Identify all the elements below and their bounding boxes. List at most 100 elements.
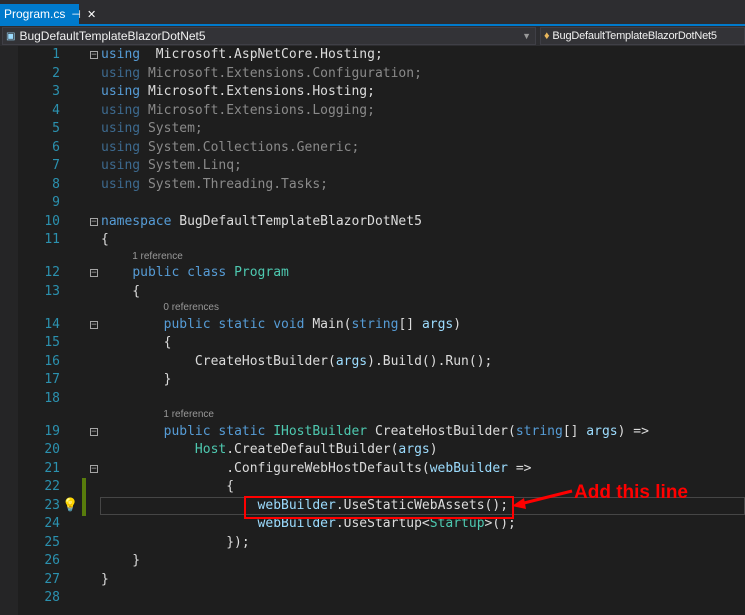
code-token: ).Build().Run(); xyxy=(367,353,493,369)
code-line: 1 − using Microsoft.AspNetCore.Hosting; xyxy=(0,46,745,65)
code-token: using xyxy=(101,121,141,136)
project-dropdown[interactable]: ▣ BugDefaultTemplateBlazorDotNet5 ▼ xyxy=(2,27,536,45)
code-text: { xyxy=(101,231,109,250)
code-text: using System.Linq; xyxy=(101,157,242,176)
type-dropdown[interactable]: ♦ BugDefaultTemplateBlazorDotNet5 xyxy=(540,27,745,45)
code-line: 11 { xyxy=(0,231,745,250)
code-token: Microsoft.Extensions.Hosting; xyxy=(140,84,375,99)
line-number: 19 xyxy=(44,423,60,439)
line-number: 20 xyxy=(44,442,60,457)
line-number: 14 xyxy=(44,316,60,332)
code-token: [] xyxy=(398,316,422,332)
code-token: using xyxy=(101,65,141,81)
line-number: 18 xyxy=(44,390,60,406)
code-token: CreateHostBuilder( xyxy=(367,423,516,439)
code-text: using Microsoft.Extensions.Configuration… xyxy=(101,65,422,84)
line-number: 21 xyxy=(44,460,60,476)
collapse-icon[interactable]: − xyxy=(90,427,98,436)
code-line: 20 Host.CreateDefaultBuilder(args) xyxy=(0,441,745,460)
code-token: CreateHostBuilder( xyxy=(101,353,336,369)
lightbulb-icon[interactable]: 💡 xyxy=(62,497,78,516)
line-number: 10 xyxy=(44,213,60,229)
collapse-icon[interactable]: − xyxy=(90,269,98,278)
project-name: BugDefaultTemplateBlazorDotNet5 xyxy=(19,29,206,43)
code-token: => xyxy=(508,460,532,476)
code-line: 14 − public static void Main(string[] arg… xyxy=(0,316,745,335)
code-token: .CreateDefaultBuilder( xyxy=(226,442,399,457)
collapse-icon[interactable]: − xyxy=(90,217,98,226)
code-token: using xyxy=(101,47,141,62)
code-text: .ConfigureWebHostDefaults(webBuilder => xyxy=(101,460,532,479)
code-text: { xyxy=(101,283,140,302)
code-token: { xyxy=(101,232,109,247)
code-token: Program xyxy=(234,265,289,280)
code-token: [] xyxy=(562,423,587,439)
code-text: using Microsoft.AspNetCore.Hosting; xyxy=(101,46,383,65)
code-line: 25 }); xyxy=(0,534,745,553)
line-number: 3 xyxy=(52,84,60,99)
collapse-icon[interactable]: − xyxy=(90,464,98,473)
code-token: { xyxy=(101,283,141,299)
code-text: using Microsoft.Extensions.Logging; xyxy=(101,102,375,121)
code-token: args xyxy=(398,442,430,457)
code-token: public static xyxy=(163,423,266,439)
code-token: args xyxy=(335,353,368,369)
pin-icon[interactable]: ⊣ xyxy=(71,8,81,21)
line-number: 4 xyxy=(52,102,60,118)
codelens-references[interactable]: 0 references xyxy=(163,302,219,313)
code-line: 13 { xyxy=(0,283,745,302)
code-line: 9 xyxy=(0,194,745,213)
code-line: 27} xyxy=(0,571,745,590)
code-text: using Microsoft.Extensions.Hosting; xyxy=(101,83,375,102)
code-line: 26 } xyxy=(0,552,745,571)
code-text: public static void Main(string[] args) xyxy=(101,316,461,335)
code-token: args xyxy=(586,423,618,439)
annotation-label: Add this line xyxy=(574,481,688,503)
collapse-icon[interactable]: − xyxy=(90,51,98,60)
code-token: System.Linq; xyxy=(140,158,242,173)
line-number: 26 xyxy=(44,553,60,568)
chevron-down-icon: ▼ xyxy=(522,31,531,41)
code-token: namespace xyxy=(101,213,172,229)
code-text: { xyxy=(101,334,172,353)
line-number: 27 xyxy=(44,571,60,587)
change-indicator xyxy=(82,478,86,497)
class-icon: ♦ xyxy=(544,30,550,42)
line-number: 7 xyxy=(52,158,60,173)
code-text: { xyxy=(101,478,234,497)
line-number: 24 xyxy=(44,516,60,531)
codelens-references[interactable]: 1 reference xyxy=(132,251,183,262)
code-token: using xyxy=(101,84,141,99)
codelens-references[interactable]: 1 reference xyxy=(163,409,214,420)
arrow-icon xyxy=(512,489,573,509)
code-token: } xyxy=(101,372,172,387)
line-number: 2 xyxy=(52,65,60,81)
code-token: string xyxy=(351,316,399,332)
code-token: Main( xyxy=(304,316,352,332)
code-token: args xyxy=(421,316,454,332)
code-token: } xyxy=(101,571,109,587)
code-line: 28 xyxy=(0,589,745,608)
close-icon[interactable]: ✕ xyxy=(87,8,96,21)
code-text: using System; xyxy=(101,120,203,139)
line-number: 17 xyxy=(44,372,60,387)
code-line: 3 using Microsoft.Extensions.Hosting; xyxy=(0,83,745,102)
collapse-icon[interactable]: − xyxy=(90,320,98,329)
line-number: 15 xyxy=(44,335,60,350)
code-token: IHostBuilder xyxy=(273,423,368,439)
code-token: } xyxy=(101,553,141,568)
tab-program-cs[interactable]: Program.cs ⊣ ✕ xyxy=(0,4,96,24)
code-text: } xyxy=(101,552,140,571)
code-line: 12 − public class Program xyxy=(0,264,745,283)
code-line: 5 using System; xyxy=(0,120,745,139)
code-editor[interactable]: 1− using Microsoft.AspNetCore.Hosting; 2 us… xyxy=(0,46,745,615)
code-line: 4 using Microsoft.Extensions.Logging; xyxy=(0,102,745,121)
code-token: System; xyxy=(140,121,203,136)
code-token: using xyxy=(101,102,141,118)
code-token: ) xyxy=(429,442,438,457)
code-token: .ConfigureWebHostDefaults( xyxy=(101,460,430,476)
